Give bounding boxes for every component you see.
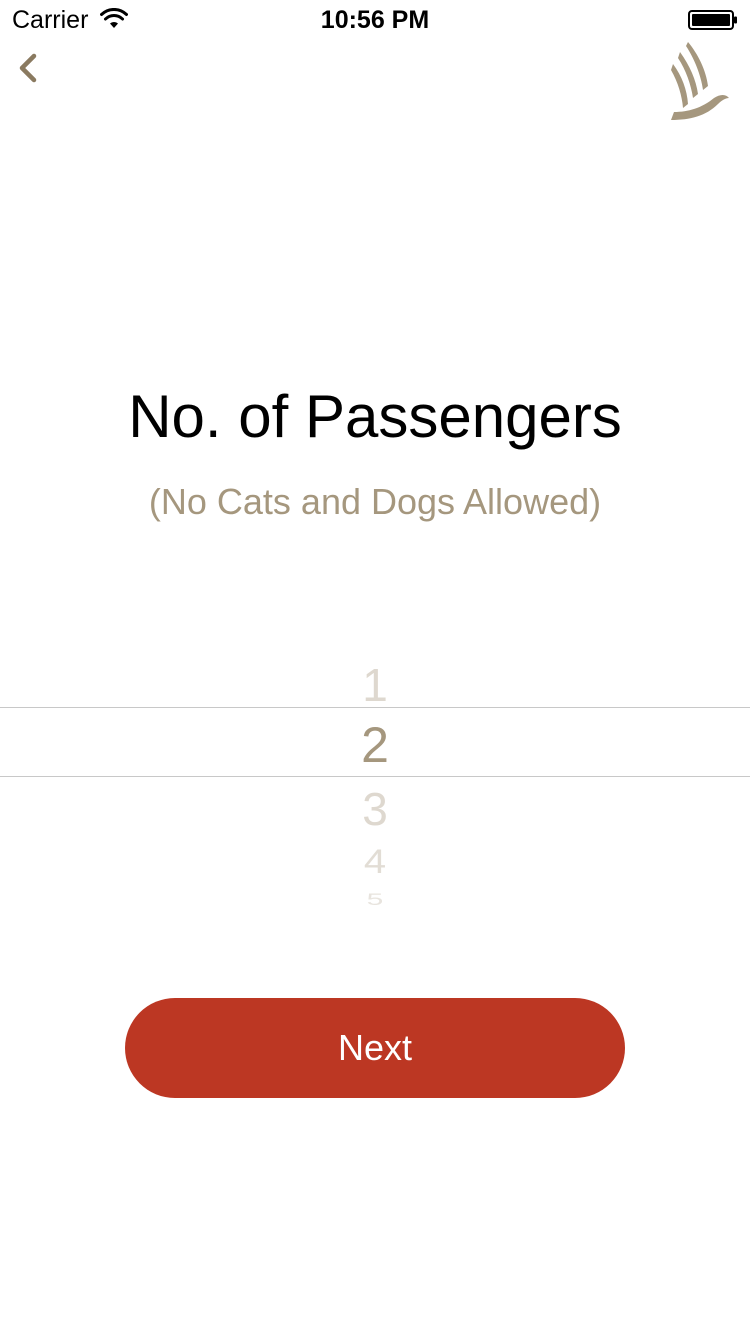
picker-item-selected[interactable]: 2: [0, 716, 750, 774]
bird-logo-icon: [671, 42, 729, 120]
picker-selection-top-line: [0, 707, 750, 708]
picker-item-1[interactable]: 1: [0, 658, 750, 712]
page-title: No. of Passengers: [128, 383, 622, 450]
picker-item-5[interactable]: 5: [0, 891, 750, 908]
picker-item-3[interactable]: 3: [0, 782, 750, 836]
page-subtitle: (No Cats and Dogs Allowed): [148, 481, 602, 522]
status-time: 10:56 PM: [320, 6, 430, 34]
back-button[interactable]: [12, 48, 48, 88]
status-bar: Carrier 10:56 PM: [0, 0, 750, 40]
passenger-count-picker[interactable]: 1 2 3 4 5: [0, 650, 750, 930]
chevron-left-icon: [19, 53, 37, 83]
airline-logo: [670, 40, 730, 122]
next-button[interactable]: Next: [125, 998, 625, 1098]
picker-item-4[interactable]: 4: [0, 843, 750, 881]
battery-icon: [688, 10, 737, 30]
picker-selection-bottom-line: [0, 776, 750, 777]
